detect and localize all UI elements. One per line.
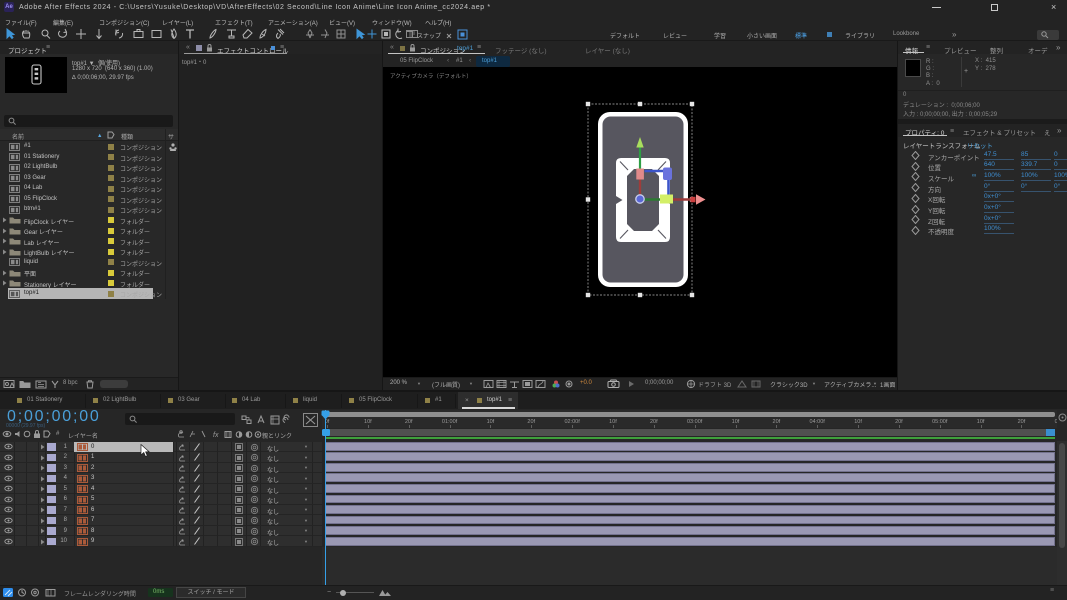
- svg-text:fx: fx: [213, 432, 219, 439]
